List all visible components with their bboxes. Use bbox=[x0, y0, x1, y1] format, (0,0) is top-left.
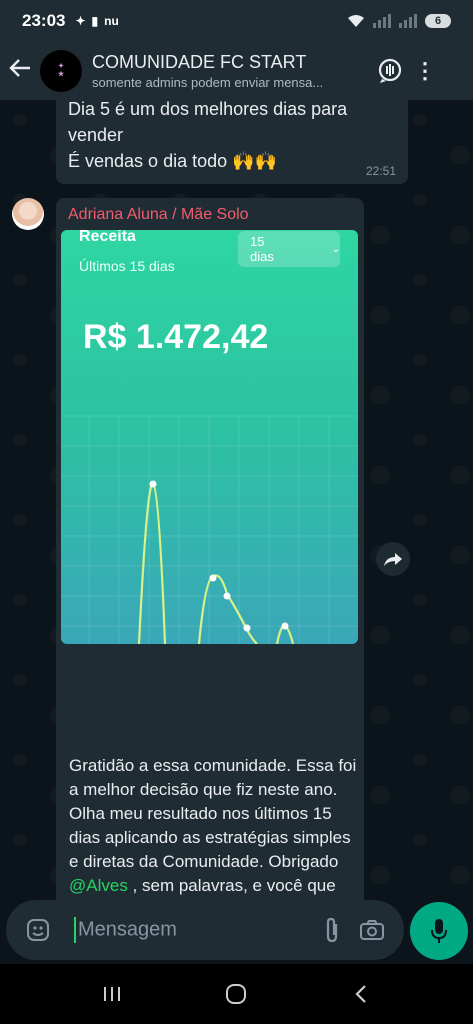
sender-avatar[interactable] bbox=[12, 198, 44, 230]
status-bar: 23:03 ✦ ▮ nu 6 bbox=[0, 0, 473, 42]
message-text: Gratidão a essa comunidade. Essa foi a m… bbox=[69, 754, 359, 900]
message-line: É vendas o dia todo 🙌🙌 bbox=[68, 151, 277, 171]
revenue-amount: R$ 1.472,42 bbox=[83, 318, 269, 356]
group-subtitle: somente admins podem enviar mensa... bbox=[92, 75, 324, 90]
message-bubble[interactable]: Adriana Aluna / Mãe Solo Receita Últimos… bbox=[56, 198, 364, 900]
card-subtitle: Últimos 15 dias bbox=[79, 258, 175, 274]
camera-icon[interactable] bbox=[352, 910, 392, 950]
voice-chat-icon bbox=[378, 58, 402, 83]
chat-area[interactable]: Dia 5 é um dos melhores dias para vender… bbox=[0, 100, 473, 900]
wifi-icon bbox=[348, 15, 364, 27]
group-avatar[interactable]: ✦ ★ bbox=[40, 50, 82, 92]
period-select: 15 dias ⌄ bbox=[238, 231, 340, 267]
group-title: COMUNIDADE FC START bbox=[92, 52, 307, 72]
chart-point bbox=[223, 592, 231, 600]
text-caret bbox=[74, 917, 76, 943]
chart-point bbox=[149, 480, 157, 488]
signal-icon bbox=[373, 14, 391, 28]
chart-point bbox=[243, 624, 251, 632]
more-options-icon[interactable]: ⋮ bbox=[410, 51, 440, 91]
group-logo-icon: ✦ ★ bbox=[57, 63, 65, 78]
data-saver-icon: ✦ bbox=[75, 14, 86, 28]
revenue-line-chart bbox=[61, 415, 358, 644]
system-nav-bar bbox=[0, 964, 473, 1024]
bank-app-icon: nu bbox=[104, 14, 119, 28]
home-icon[interactable] bbox=[206, 974, 266, 1014]
chevron-down-icon: ⌄ bbox=[331, 243, 340, 255]
recent-apps-icon[interactable] bbox=[82, 974, 142, 1014]
sender-name[interactable]: Adriana Aluna / Mãe Solo bbox=[68, 206, 249, 224]
forward-icon bbox=[384, 553, 402, 566]
mention-link[interactable]: @Alves bbox=[69, 876, 128, 895]
message-input-placeholder: Mensagem bbox=[78, 918, 177, 941]
lock-icon: ▮ bbox=[91, 14, 99, 28]
status-time: 23:03 bbox=[22, 11, 66, 30]
attach-icon[interactable] bbox=[312, 910, 352, 950]
chart-point bbox=[209, 574, 217, 582]
microphone-button[interactable] bbox=[410, 902, 468, 960]
message-line: vender bbox=[68, 125, 124, 145]
message-text-part: Gratidão a essa comunidade. Essa foi a m… bbox=[69, 756, 357, 871]
back-icon[interactable] bbox=[331, 974, 391, 1014]
header-text[interactable]: COMUNIDADE FC START somente admins podem… bbox=[92, 52, 370, 90]
card-title: Receita bbox=[79, 230, 136, 245]
status-left-icons: ✦ ▮ nu bbox=[75, 14, 118, 28]
sticker-icon[interactable] bbox=[18, 910, 58, 950]
status-right-icons: 6 bbox=[347, 14, 451, 28]
message-input[interactable]: Mensagem bbox=[74, 917, 312, 943]
microphone-icon bbox=[431, 919, 447, 943]
voice-chat-button[interactable] bbox=[370, 51, 410, 91]
back-arrow-icon[interactable] bbox=[0, 57, 40, 85]
revenue-screenshot-image[interactable]: Receita Últimos 15 dias 15 dias ⌄ R$ 1.4… bbox=[61, 230, 358, 644]
message-input-bar: Mensagem bbox=[6, 900, 404, 960]
message-line: Dia 5 é um dos melhores dias para bbox=[68, 100, 348, 119]
forward-button[interactable] bbox=[376, 542, 410, 576]
message-bubble[interactable]: Dia 5 é um dos melhores dias para vender… bbox=[56, 100, 408, 184]
message-time: 22:51 bbox=[365, 164, 396, 178]
chat-header: ✦ ★ COMUNIDADE FC START somente admins po… bbox=[0, 42, 473, 100]
battery-icon: 6 bbox=[425, 14, 451, 28]
chart-point bbox=[281, 622, 289, 630]
signal-icon-2 bbox=[399, 14, 417, 28]
period-select-value: 15 dias bbox=[250, 234, 274, 264]
